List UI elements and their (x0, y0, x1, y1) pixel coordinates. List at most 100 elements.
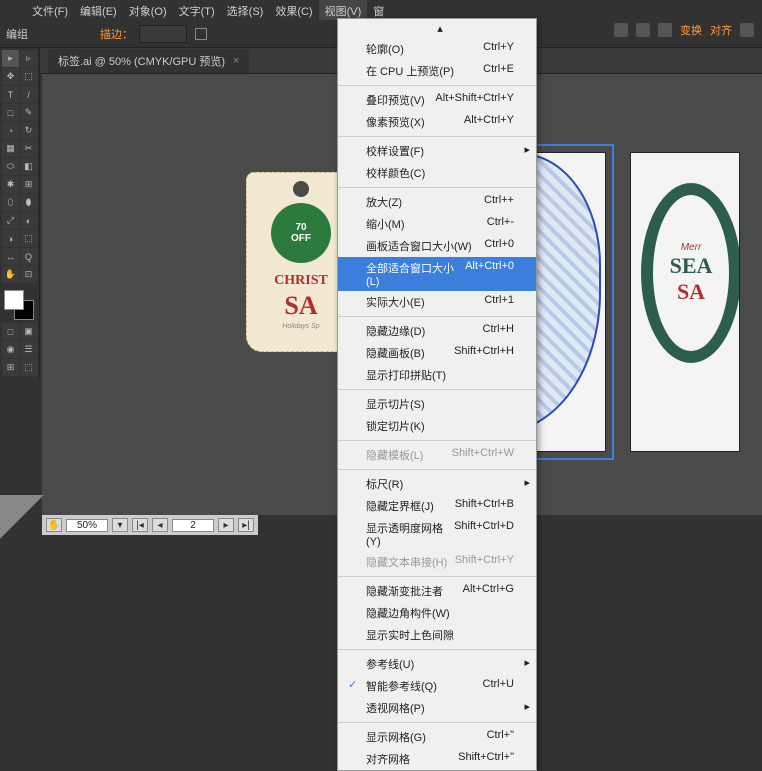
menu-item-19[interactable]: 显示切片(S) (338, 393, 536, 415)
tool-16[interactable]: ⬯ (2, 194, 19, 211)
fx-icon[interactable] (658, 23, 672, 37)
tool-4[interactable]: T (2, 86, 19, 103)
menu-item-15[interactable]: 隐藏边缘(D)Ctrl+H (338, 320, 536, 342)
menu-item-35[interactable]: 透视网格(P)▸ (338, 697, 536, 719)
align-link[interactable]: 对齐 (710, 22, 732, 38)
menu-item-22: 隐藏模板(L)Shift+Ctrl+W (338, 444, 536, 466)
menu-item-25[interactable]: 隐藏定界框(J)Shift+Ctrl+B (338, 495, 536, 517)
mode-4[interactable]: ⊞ (2, 359, 19, 376)
tool-20[interactable]: ◑ (2, 230, 19, 247)
group-label: 编组 (6, 26, 28, 42)
tool-14[interactable]: ✱ (2, 176, 19, 193)
tool-21[interactable]: ⬚ (20, 230, 37, 247)
menu-item-17[interactable]: 显示打印拼贴(T) (338, 364, 536, 386)
menu-item-11[interactable]: 画板适合窗口大小(W)Ctrl+0 (338, 235, 536, 257)
menu-item-31[interactable]: 显示实时上色间隙 (338, 624, 536, 646)
toolbox: ▸▹✥⬚T/□✎◔↻▦✂⬭◧✱⊞⬯⬮⤢◐◑⬚↔Q✋⊡□▣◉☰⊞⬚ (0, 48, 40, 378)
close-icon[interactable]: × (233, 55, 239, 67)
transform-link[interactable]: 变换 (680, 22, 702, 38)
color-icon[interactable] (614, 23, 628, 37)
zoom-field[interactable]: 50% (66, 519, 108, 532)
menu-item-12[interactable]: 全部适合窗口大小(L)Alt+Ctrl+0 (338, 257, 536, 291)
statusbar: ✋ 50% ▾ |◂ ◂ 2 ▸ ▸| (42, 515, 258, 535)
menu-item-20[interactable]: 锁定切片(K) (338, 415, 536, 437)
menu-item-3[interactable]: 叠印预览(V)Alt+Shift+Ctrl+Y (338, 89, 536, 111)
stroke-label: 描边： (100, 26, 133, 42)
menu-item-27: 隐藏文本串接(H)Shift+Ctrl+Y (338, 551, 536, 573)
menu-item-0[interactable]: 轮廓(O)Ctrl+Y (338, 38, 536, 60)
menu-4[interactable]: 选择(S) (221, 0, 270, 20)
more-icon[interactable] (740, 23, 754, 37)
right-options: 变换 对齐 (614, 22, 754, 38)
artboard-3[interactable]: Merr SEA SA (630, 152, 740, 452)
menu-item-7[interactable]: 校样颜色(C) (338, 162, 536, 184)
tool-7[interactable]: ✎ (20, 104, 37, 121)
first-artboard-button[interactable]: |◂ (132, 518, 148, 532)
menu-1[interactable]: 编辑(E) (74, 0, 123, 20)
tool-6[interactable]: □ (2, 104, 19, 121)
tool-13[interactable]: ◧ (20, 158, 37, 175)
tool-15[interactable]: ⊞ (20, 176, 37, 193)
tool-22[interactable]: ↔ (2, 248, 19, 265)
hand-icon[interactable]: ✋ (46, 518, 62, 532)
tool-3[interactable]: ⬚ (20, 68, 37, 85)
tool-10[interactable]: ▦ (2, 140, 19, 157)
menu-item-30[interactable]: 隐藏边角构件(W) (338, 602, 536, 624)
mode-1[interactable]: ▣ (20, 323, 37, 340)
last-artboard-button[interactable]: ▸| (238, 518, 254, 532)
menu-6[interactable]: 视图(V) (319, 0, 368, 20)
mode-0[interactable]: □ (2, 323, 19, 340)
resize-corner (0, 495, 44, 539)
tool-23[interactable]: Q (20, 248, 37, 265)
tool-0[interactable]: ▸ (2, 50, 19, 67)
menu-item-33[interactable]: 参考线(U)▸ (338, 653, 536, 675)
menu-item-13[interactable]: 实际大小(E)Ctrl+1 (338, 291, 536, 313)
mode-5[interactable]: ⬚ (20, 359, 37, 376)
tool-1[interactable]: ▹ (20, 50, 37, 67)
artboard-nav-field[interactable]: 2 (172, 519, 214, 532)
menu-item-34[interactable]: ✓智能参考线(Q)Ctrl+U (338, 675, 536, 697)
tool-25[interactable]: ⊡ (20, 266, 37, 283)
menu-item-29[interactable]: 隐藏渐变批注者Alt+Ctrl+G (338, 580, 536, 602)
menu-item-24[interactable]: 标尺(R)▸ (338, 473, 536, 495)
menu-item-26[interactable]: 显示透明度网格(Y)Shift+Ctrl+D (338, 517, 536, 551)
menu-5[interactable]: 效果(C) (269, 0, 318, 20)
next-artboard-button[interactable]: ▸ (218, 518, 234, 532)
artwork-round-tag: Merr SEA SA (641, 183, 740, 363)
mode-3[interactable]: ☰ (20, 341, 37, 358)
tool-8[interactable]: ◔ (2, 122, 19, 139)
menu-3[interactable]: 文字(T) (173, 0, 221, 20)
tab-label: 标签.ai @ 50% (CMYK/GPU 预览) (58, 53, 225, 69)
tool-24[interactable]: ✋ (2, 266, 19, 283)
menu-item-37[interactable]: 显示网格(G)Ctrl+" (338, 726, 536, 748)
mode-2[interactable]: ◉ (2, 341, 19, 358)
color-swatch[interactable] (2, 288, 36, 322)
menu-item-4[interactable]: 像素预览(X)Alt+Ctrl+Y (338, 111, 536, 133)
tool-18[interactable]: ⤢ (2, 212, 19, 229)
menubar: 文件(F)编辑(E)对象(O)文字(T)选择(S)效果(C)视图(V)窗 (0, 0, 762, 20)
menu-item-10[interactable]: 缩小(M)Ctrl+- (338, 213, 536, 235)
tool-2[interactable]: ✥ (2, 68, 19, 85)
menu-item-9[interactable]: 放大(Z)Ctrl++ (338, 191, 536, 213)
document-tab[interactable]: 标签.ai @ 50% (CMYK/GPU 预览) × (48, 49, 249, 73)
opacity-icon[interactable] (636, 23, 650, 37)
view-menu-dropdown: ▴ 轮廓(O)Ctrl+Y在 CPU 上预览(P)Ctrl+E 叠印预览(V)Al… (337, 18, 537, 771)
tool-19[interactable]: ◐ (20, 212, 37, 229)
menu-item-38[interactable]: 对齐网格Shift+Ctrl+" (338, 748, 536, 770)
menu-item-16[interactable]: 隐藏画板(B)Shift+Ctrl+H (338, 342, 536, 364)
menu-item-1[interactable]: 在 CPU 上预览(P)Ctrl+E (338, 60, 536, 82)
menu-2[interactable]: 对象(O) (123, 0, 173, 20)
menu-7[interactable]: 窗 (367, 0, 390, 20)
menu-item-6[interactable]: 校样设置(F)▸ (338, 140, 536, 162)
stroke-combo[interactable] (139, 25, 187, 43)
tool-17[interactable]: ⬮ (20, 194, 37, 211)
tool-11[interactable]: ✂ (20, 140, 37, 157)
tool-5[interactable]: / (20, 86, 37, 103)
menu-scroll-up[interactable]: ▴ (338, 19, 536, 38)
tool-9[interactable]: ↻ (20, 122, 37, 139)
tool-12[interactable]: ⬭ (2, 158, 19, 175)
prev-artboard-button[interactable]: ◂ (152, 518, 168, 532)
zoom-dropdown[interactable]: ▾ (112, 518, 128, 532)
options-icon[interactable] (195, 28, 207, 40)
menu-0[interactable]: 文件(F) (26, 0, 74, 20)
